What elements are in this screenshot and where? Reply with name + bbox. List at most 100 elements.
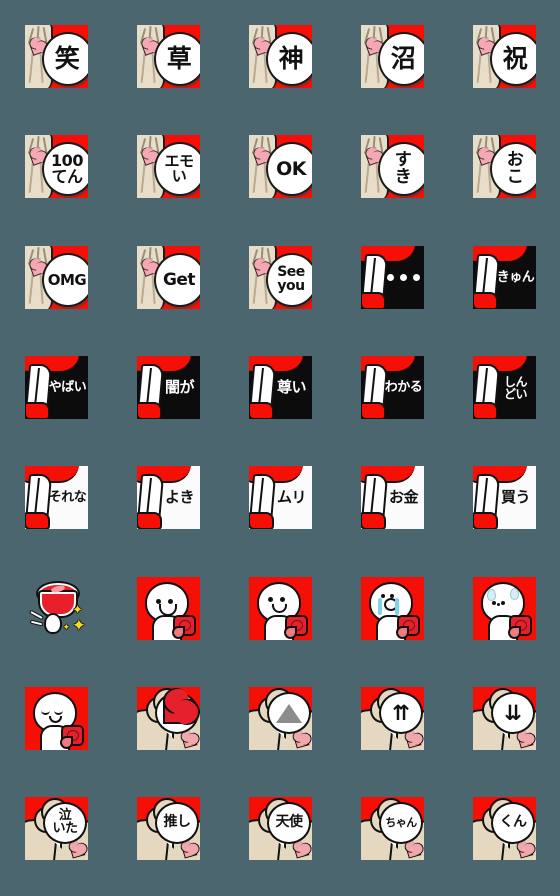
sticker-tile[interactable]: Get — [137, 246, 200, 309]
sticker-artwork: 沼 — [361, 25, 424, 88]
sticker-artwork: OK — [249, 135, 312, 198]
sticker-label: 100 てん — [51, 151, 83, 186]
sticker-label: しん どい — [503, 374, 528, 401]
sticker-artwork: 泣 いた — [25, 797, 88, 860]
sticker-tile[interactable] — [361, 246, 424, 309]
sticker-label: お こ — [506, 150, 524, 187]
sticker-artwork — [473, 577, 536, 640]
sticker-artwork: ✦ ✦ ✦ — [25, 577, 88, 640]
sticker-artwork — [137, 577, 200, 640]
sticker-tile[interactable]: くん — [473, 797, 536, 860]
sticker-tile[interactable]: 草 — [137, 25, 200, 88]
sticker-tile[interactable]: ✦ ✦ ✦ — [25, 577, 88, 640]
sticker-tile[interactable] — [473, 577, 536, 640]
sticker-tile[interactable]: 祝 — [473, 25, 536, 88]
speech-bubble: す き — [378, 142, 424, 196]
sticker-artwork: ⇊ — [473, 687, 536, 750]
sticker-label: 神 — [278, 43, 304, 73]
sticker-artwork: 闇が — [137, 356, 200, 419]
sticker-tile[interactable]: ムリ — [249, 466, 312, 529]
speech-bubble: ⇈ — [379, 692, 423, 734]
sticker-label: 天使 — [275, 814, 304, 831]
sticker-tile[interactable]: しん どい — [473, 356, 536, 419]
gem-bottom — [40, 592, 76, 616]
sticker-artwork — [361, 246, 424, 309]
sticker-artwork: しん どい — [473, 356, 536, 419]
finger — [29, 619, 44, 627]
sticker-tile[interactable]: エモ い — [137, 135, 200, 198]
rose-icon — [508, 615, 532, 639]
sticker-artwork: きゅん — [473, 246, 536, 309]
sticker-artwork: 100 てん — [25, 135, 88, 198]
sticker-artwork: わかる — [361, 356, 424, 419]
sticker-artwork: お金 — [361, 466, 424, 529]
sticker-tile[interactable]: よき — [137, 466, 200, 529]
sticker-label: 沼 — [390, 43, 416, 73]
sticker-tile[interactable]: 推し — [137, 797, 200, 860]
speech-bubble: 祝 — [490, 32, 536, 86]
sticker-artwork — [25, 687, 88, 750]
sticker-tile[interactable] — [249, 687, 312, 750]
sticker-tile[interactable] — [137, 577, 200, 640]
sticker-artwork: す き — [361, 135, 424, 198]
speech-bubble: OK — [266, 142, 312, 196]
sticker-label: ちゃん — [385, 815, 417, 829]
speech-bubble: 笑 — [42, 32, 88, 86]
triangle-up-icon — [276, 703, 302, 723]
sticker-tile[interactable]: OK — [249, 135, 312, 198]
sticker-tile[interactable]: す き — [361, 135, 424, 198]
sticker-artwork: 神 — [249, 25, 312, 88]
sticker-tile[interactable] — [25, 687, 88, 750]
sticker-label: 草 — [166, 43, 192, 73]
sticker-tile[interactable]: 買う — [473, 466, 536, 529]
mouth-dot — [496, 603, 500, 606]
sticker-label: 闇が — [164, 378, 195, 396]
sticker-tile[interactable]: お こ — [473, 135, 536, 198]
sticker-label: See you — [277, 264, 305, 294]
speech-bubble: 神 — [266, 32, 312, 86]
speech-bubble: 草 — [154, 32, 200, 86]
rose-icon — [172, 615, 196, 639]
sticker-tile[interactable]: ⇈ — [361, 687, 424, 750]
sticker-label: わかる — [384, 380, 423, 395]
eye-right — [501, 601, 505, 605]
sticker-artwork — [361, 577, 424, 640]
sticker-tile[interactable]: 闇が — [137, 356, 200, 419]
sticker-label: 泣 いた — [52, 808, 78, 836]
sticker-tile[interactable]: ⇊ — [473, 687, 536, 750]
sticker-tile[interactable] — [137, 687, 200, 750]
sticker-tile[interactable] — [249, 577, 312, 640]
sticker-tile[interactable]: わかる — [361, 356, 424, 419]
sticker-tile[interactable]: 泣 いた — [25, 797, 88, 860]
sticker-artwork: 祝 — [473, 25, 536, 88]
sticker-tile[interactable]: 100 てん — [25, 135, 88, 198]
sticker-tile[interactable] — [361, 577, 424, 640]
sticker-label: 尊い — [276, 378, 307, 396]
sticker-tile[interactable]: やばい — [25, 356, 88, 419]
sticker-tile[interactable]: それな — [25, 466, 88, 529]
sticker-tile[interactable]: 尊い — [249, 356, 312, 419]
eye-left — [492, 601, 496, 605]
sticker-artwork: 天使 — [249, 797, 312, 860]
sticker-tile[interactable]: ちゃん — [361, 797, 424, 860]
sticker-label: Get — [162, 269, 196, 290]
sticker-label: お金 — [388, 488, 419, 506]
sticker-tile[interactable]: 沼 — [361, 25, 424, 88]
eye-right — [280, 597, 285, 602]
sticker-tile[interactable]: 神 — [249, 25, 312, 88]
speech-bubble: See you — [266, 253, 312, 307]
tear-right-icon — [395, 598, 399, 615]
sticker-tile[interactable]: きゅん — [473, 246, 536, 309]
rose-icon — [396, 615, 420, 639]
rose-icon — [284, 615, 308, 639]
sticker-tile[interactable]: 笑 — [25, 25, 88, 88]
sticker-label: 祝 — [502, 43, 528, 73]
sticker-artwork: それな — [25, 466, 88, 529]
sticker-tile[interactable]: See you — [249, 246, 312, 309]
speech-bubble: くん — [491, 802, 535, 844]
sticker-tile[interactable]: 天使 — [249, 797, 312, 860]
sparkle-icon: ✦ — [71, 616, 86, 636]
sticker-tile[interactable]: OMG — [25, 246, 88, 309]
sparkle-icon: ✦ — [62, 623, 70, 633]
sticker-tile[interactable]: お金 — [361, 466, 424, 529]
